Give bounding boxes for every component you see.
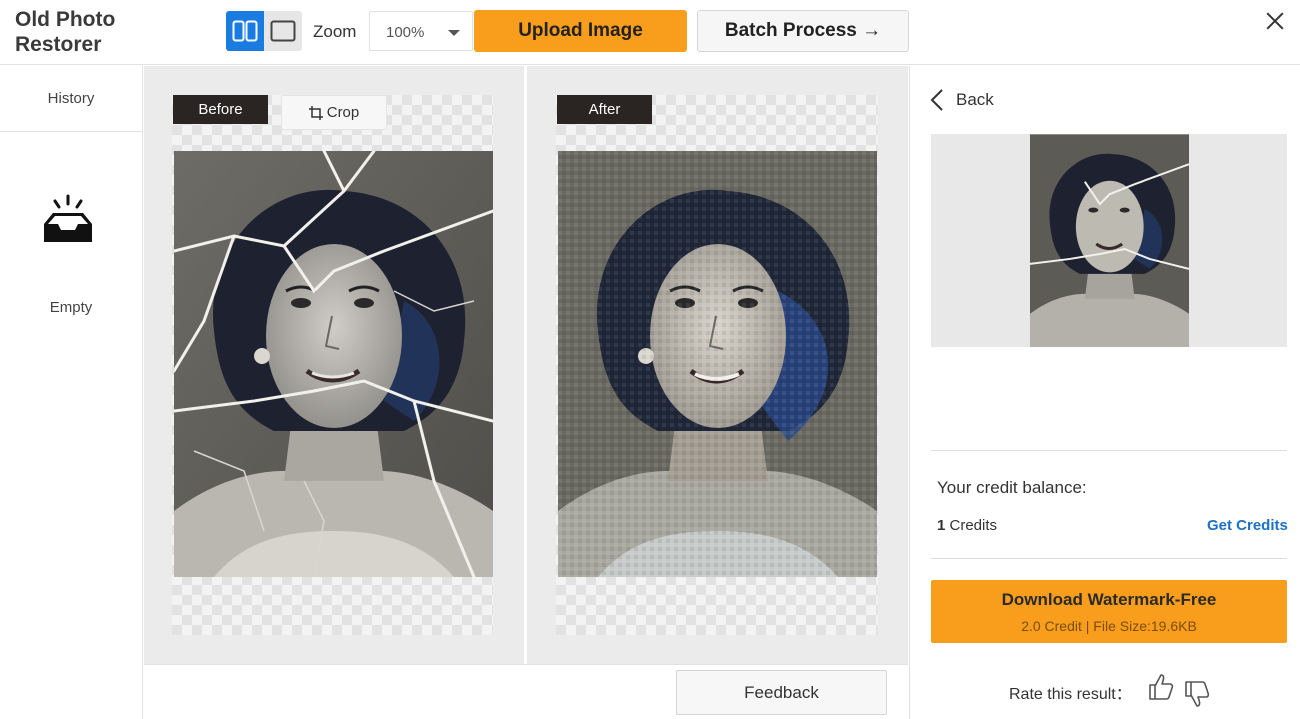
top-toolbar: Old Photo Restorer Zoom 100% Upload Imag…: [0, 0, 1300, 65]
crop-icon: [308, 105, 323, 120]
crop-label: Crop: [326, 104, 360, 121]
single-view-icon: [270, 20, 296, 42]
before-tag: Before: [173, 95, 268, 124]
credits-unit: Credits: [945, 517, 998, 534]
download-label: Download Watermark-Free: [1001, 590, 1217, 609]
zoom-value: 100%: [386, 24, 425, 41]
thumbs-down-icon[interactable]: [1184, 680, 1210, 708]
result-thumbnail: [1030, 134, 1189, 347]
back-button[interactable]: Back: [930, 85, 994, 115]
get-credits-link[interactable]: Get Credits: [1207, 517, 1288, 534]
after-photo: [558, 151, 877, 577]
zoom-label: Zoom: [313, 22, 357, 41]
thumbs-up-icon[interactable]: [1148, 673, 1174, 701]
back-label: Back: [956, 90, 994, 109]
split-view-icon: [232, 20, 258, 42]
divider-bottom: [931, 558, 1287, 559]
chevron-left-icon: [930, 89, 943, 111]
rate-label: Rate this result：: [1009, 686, 1132, 703]
empty-history-text: Empty: [49, 299, 93, 316]
batch-process-button[interactable]: Batch Process →: [697, 10, 909, 52]
split-view-button[interactable]: [226, 11, 264, 51]
credits-count: 1 Credits: [937, 517, 997, 534]
empty-tray-icon: [44, 194, 92, 242]
before-photo: [174, 151, 493, 577]
view-mode-toggle: [226, 11, 302, 51]
download-watermark-free-button[interactable]: Download Watermark-Free 2.0 Credit | Fil…: [931, 580, 1287, 643]
app-title: Old Photo Restorer: [15, 8, 116, 56]
history-sidebar: History Empty: [0, 66, 143, 719]
crop-button[interactable]: Crop: [281, 95, 387, 130]
zoom-select[interactable]: 100%: [369, 11, 473, 51]
download-info: 2.0 Credit | File Size:19.6KB: [1021, 618, 1197, 634]
divider-top: [931, 450, 1287, 451]
credit-balance-label: Your credit balance:: [937, 478, 1087, 497]
history-tab[interactable]: History: [0, 66, 142, 132]
after-tag: After: [557, 95, 652, 124]
result-thumbnail-box: [931, 134, 1287, 347]
close-icon[interactable]: [1262, 8, 1288, 34]
upload-image-button[interactable]: Upload Image: [474, 10, 687, 52]
chevron-down-icon: [448, 30, 460, 36]
single-view-button[interactable]: [264, 11, 302, 51]
feedback-button[interactable]: Feedback: [676, 670, 887, 715]
